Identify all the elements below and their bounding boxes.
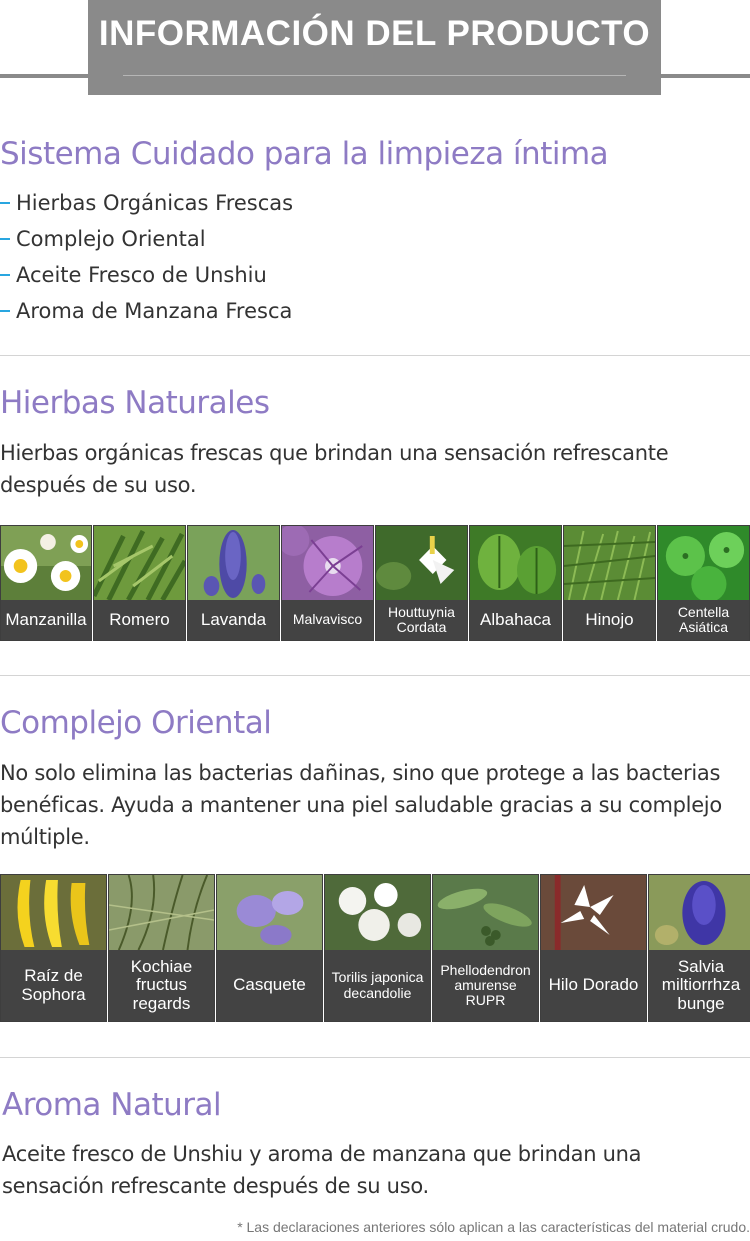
- kochia-photo: [109, 875, 214, 950]
- header-rule-left: [0, 74, 88, 78]
- section-divider: [0, 355, 750, 356]
- page-title: INFORMACIÓN DEL PRODUCTO: [98, 14, 651, 53]
- herb-label: Malvavisco: [282, 600, 373, 640]
- dash-bullet-icon: [0, 310, 10, 312]
- herb-label: Albahaca: [470, 600, 561, 640]
- herb-label: Houttuynia Cordata: [376, 600, 467, 640]
- header-underline: [123, 75, 626, 76]
- houttuynia-photo: [376, 526, 467, 600]
- herb-card: Lavanda: [187, 525, 280, 641]
- ingredient-card: Torilis japonica decandolie: [324, 874, 431, 1022]
- dash-bullet-icon: [0, 202, 10, 204]
- herb-label: Manzanilla: [1, 600, 91, 640]
- feature-label: Aceite Fresco de Unshiu: [16, 263, 267, 287]
- system-title: Sistema Cuidado para la limpieza íntima: [0, 136, 609, 172]
- herbs-title: Hierbas Naturales: [0, 385, 270, 421]
- feature-list: Hierbas Orgánicas Frescas Complejo Orien…: [0, 188, 293, 332]
- herb-label: Lavanda: [188, 600, 279, 640]
- feature-item: Aroma de Manzana Fresca: [0, 296, 293, 332]
- herb-card: Manzanilla: [0, 525, 92, 641]
- feature-item: Aceite Fresco de Unshiu: [0, 260, 293, 296]
- complex-description: No solo elimina las bacterias dañinas, s…: [0, 761, 722, 849]
- ingredient-card: Phellodendron amurense RUPR: [432, 874, 539, 1022]
- herb-label: Hinojo: [564, 600, 655, 640]
- ingredient-card: Raíz de Sophora: [0, 874, 107, 1022]
- dash-bullet-icon: [0, 238, 10, 240]
- feature-item: Complejo Oriental: [0, 224, 293, 260]
- section-divider: [0, 1057, 750, 1058]
- basil-photo: [470, 526, 561, 600]
- ingredient-label: Hilo Dorado: [541, 950, 646, 1021]
- feature-item: Hierbas Orgánicas Frescas: [0, 188, 293, 224]
- centella-photo: [658, 526, 749, 600]
- herb-card: Romero: [93, 525, 186, 641]
- feature-label: Complejo Oriental: [16, 227, 206, 251]
- herbs-description: Hierbas orgánicas frescas que brindan un…: [0, 441, 669, 497]
- herb-card: Hinojo: [563, 525, 656, 641]
- chamomile-photo: [1, 526, 91, 600]
- herbs-strip: Manzanilla Romero Lavanda Malvavisco Hou…: [0, 525, 750, 641]
- golden-thread-photo: [541, 875, 646, 950]
- sophora-photo: [1, 875, 106, 950]
- feature-label: Hierbas Orgánicas Frescas: [16, 191, 294, 215]
- herb-card: Centella Asiática: [657, 525, 750, 641]
- footnote: * Las declaraciones anteriores sólo apli…: [237, 1219, 750, 1235]
- herb-card: Houttuynia Cordata: [375, 525, 468, 641]
- salvia-photo: [649, 875, 750, 950]
- mallow-photo: [282, 526, 373, 600]
- header-rule-right: [661, 74, 750, 78]
- herb-card: Malvavisco: [281, 525, 374, 641]
- ingredient-label: Torilis japonica decandolie: [325, 950, 430, 1021]
- header-banner: INFORMACIÓN DEL PRODUCTO: [88, 0, 661, 95]
- ingredient-label: Raíz de Sophora: [1, 950, 106, 1021]
- phellodendron-photo: [433, 875, 538, 950]
- ingredient-card: Hilo Dorado: [540, 874, 647, 1022]
- herb-card: Albahaca: [469, 525, 562, 641]
- rosemary-photo: [94, 526, 185, 600]
- ingredient-label: Salvia miltiorrhza bunge: [649, 950, 750, 1021]
- herb-label: Romero: [94, 600, 185, 640]
- herb-label: Centella Asiática: [658, 600, 749, 640]
- aroma-title: Aroma Natural: [2, 1087, 222, 1123]
- fennel-photo: [564, 526, 655, 600]
- ingredient-label: Casquete: [217, 950, 322, 1021]
- torilis-photo: [325, 875, 430, 950]
- feature-label: Aroma de Manzana Fresca: [16, 299, 293, 323]
- ingredient-card: Casquete: [216, 874, 323, 1022]
- ingredient-label: Phellodendron amurense RUPR: [433, 950, 538, 1021]
- section-divider: [0, 675, 750, 676]
- ingredient-card: Salvia miltiorrhza bunge: [648, 874, 750, 1022]
- ingredient-card: Kochiae fructus regards: [108, 874, 215, 1022]
- complex-strip: Raíz de Sophora Kochiae fructus regards …: [0, 874, 750, 1022]
- lavender-photo: [188, 526, 279, 600]
- ingredient-label: Kochiae fructus regards: [109, 950, 214, 1021]
- aroma-description: Aceite fresco de Unshiu y aroma de manza…: [2, 1142, 642, 1198]
- complex-title: Complejo Oriental: [0, 705, 272, 741]
- skullcap-photo: [217, 875, 322, 950]
- dash-bullet-icon: [0, 274, 10, 276]
